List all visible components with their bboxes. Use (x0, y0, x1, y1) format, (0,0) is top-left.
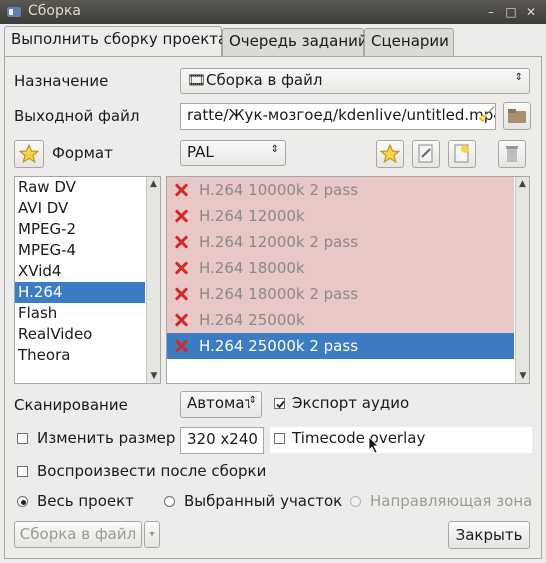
export-audio-label: Экспорт аудио (292, 394, 410, 412)
render-menu-button[interactable]: ▾ (144, 521, 160, 548)
window-title: Сборка (28, 3, 81, 19)
tab-scripts[interactable]: Сценарии (364, 28, 454, 56)
open-folder-button[interactable] (503, 102, 531, 130)
format-item[interactable]: XVid4 (15, 261, 145, 282)
profile-item-label: H.264 25000k 2 pass (199, 337, 359, 355)
resize-label: Изменить размер (37, 429, 176, 447)
unsupported-x-icon (173, 260, 189, 276)
unsupported-x-icon (173, 234, 189, 250)
format-select[interactable]: PAL ⇕ (180, 140, 286, 166)
mouse-cursor-icon (368, 436, 379, 454)
format-item[interactable]: MPEG-2 (15, 219, 145, 240)
star-icon (379, 143, 401, 164)
chevron-down-icon: ▾ (149, 529, 155, 540)
output-file-label: Выходной файл (14, 107, 140, 125)
format-item[interactable]: Flash (15, 303, 145, 324)
profile-item[interactable]: H.264 12000k 2 pass (167, 229, 514, 255)
edit-profile-button[interactable] (412, 140, 440, 168)
scroll-down-icon[interactable]: ▼ (516, 369, 529, 383)
unsupported-x-icon (173, 338, 189, 354)
format-label: Формат (52, 144, 113, 162)
destination-label: Назначение (14, 72, 109, 90)
close-icon[interactable]: ✕ (524, 5, 538, 19)
title-bar: Сборка – □ ✕ (0, 0, 546, 24)
format-list[interactable]: Raw DV AVI DV MPEG-2 MPEG-4 XVid4 H.264 Flash R… (14, 176, 161, 384)
scan-select[interactable]: Автомат ⇕ (180, 391, 262, 418)
guide-zone-label: Направляющая зона (370, 492, 533, 510)
whole-project-radio[interactable] (17, 496, 28, 507)
unsupported-x-icon (173, 312, 189, 328)
folder-icon (508, 109, 526, 123)
new-profile-button[interactable] (448, 140, 476, 168)
unsupported-x-icon (173, 208, 189, 224)
kdenlive-app-icon (7, 7, 21, 17)
profile-item-label: H.264 25000k (199, 311, 305, 329)
whole-project-label: Весь проект (37, 492, 134, 510)
guide-zone-radio[interactable] (350, 496, 361, 507)
add-favorite-button[interactable] (376, 140, 404, 168)
chevron-updown-icon: ⇕ (514, 72, 523, 83)
trash-icon (506, 146, 518, 162)
resize-checkbox[interactable] (17, 433, 28, 444)
tab-job-queue[interactable]: Очередь заданий (222, 28, 368, 56)
checkmark-icon (276, 400, 285, 409)
profile-item-label: H.264 18000k (199, 259, 305, 277)
chevron-updown-icon: ⇕ (248, 395, 257, 406)
delete-profile-button[interactable] (498, 140, 526, 168)
format-item[interactable]: MPEG-4 (15, 240, 145, 261)
profile-item-label: H.264 10000k 2 pass (199, 181, 359, 199)
profile-item-label: H.264 12000k (199, 207, 305, 225)
maximize-icon[interactable]: □ (504, 5, 518, 19)
unsupported-x-icon (173, 286, 189, 302)
profile-list-scrollbar[interactable]: ▲ ▼ (515, 177, 529, 383)
scroll-up-icon[interactable]: ▲ (147, 177, 160, 191)
play-after-label: Воспроизвести после сборки (37, 462, 267, 480)
new-document-icon (454, 144, 469, 163)
profile-item-label: H.264 18000k 2 pass (199, 285, 359, 303)
clear-field-icon[interactable]: 🧹 (478, 107, 495, 123)
profile-item[interactable]: H.264 25000k (167, 307, 514, 333)
close-button[interactable]: Закрыть (448, 521, 530, 549)
output-file-input[interactable]: ratte/Жук-мозгоед/kdenlive/untitled.mp4 (180, 103, 496, 130)
favorite-button[interactable] (14, 140, 44, 168)
tab-render-project[interactable]: Выполнить сборку проекта (4, 26, 227, 57)
star-icon (18, 143, 40, 164)
timecode-overlay-checkbox[interactable] (274, 433, 285, 444)
format-item[interactable]: H.264 (15, 282, 145, 303)
scroll-up-icon[interactable]: ▲ (516, 177, 529, 191)
format-list-scrollbar[interactable]: ▲ ▼ (146, 177, 160, 383)
chevron-updown-icon: ⇕ (270, 144, 279, 155)
format-item[interactable]: Raw DV (15, 177, 145, 198)
profile-item[interactable]: H.264 25000k 2 pass (167, 333, 514, 359)
format-item[interactable]: AVI DV (15, 198, 145, 219)
play-after-checkbox[interactable] (17, 466, 28, 477)
profile-item[interactable]: H.264 10000k 2 pass (167, 177, 514, 203)
selected-zone-label: Выбранный участок (184, 492, 343, 510)
resize-input[interactable]: 320 x240 (180, 427, 264, 454)
edit-document-icon (418, 144, 433, 163)
render-to-file-button[interactable]: Сборка в файл (14, 521, 142, 548)
timecode-overlay-label: Timecode overlay (292, 429, 426, 447)
export-audio-checkbox[interactable] (274, 398, 285, 409)
profile-item[interactable]: H.264 18000k (167, 255, 514, 281)
minimize-icon[interactable]: – (484, 5, 498, 19)
profile-list[interactable]: H.264 10000k 2 pass H.264 12000k H.264 120… (166, 176, 530, 384)
profile-item[interactable]: H.264 18000k 2 pass (167, 281, 514, 307)
format-item[interactable]: RealVideo (15, 324, 145, 345)
destination-select[interactable]: 🎞Сборка в файл ⇕ (180, 68, 530, 94)
unsupported-x-icon (173, 182, 189, 198)
film-icon: 🎞 (187, 71, 207, 89)
profile-item[interactable]: H.264 12000k (167, 203, 514, 229)
selected-zone-radio[interactable] (164, 496, 175, 507)
profile-item-label: H.264 12000k 2 pass (199, 233, 359, 251)
scroll-down-icon[interactable]: ▼ (147, 369, 160, 383)
scan-label: Сканирование (14, 396, 128, 414)
format-item[interactable]: Theora (15, 345, 145, 366)
